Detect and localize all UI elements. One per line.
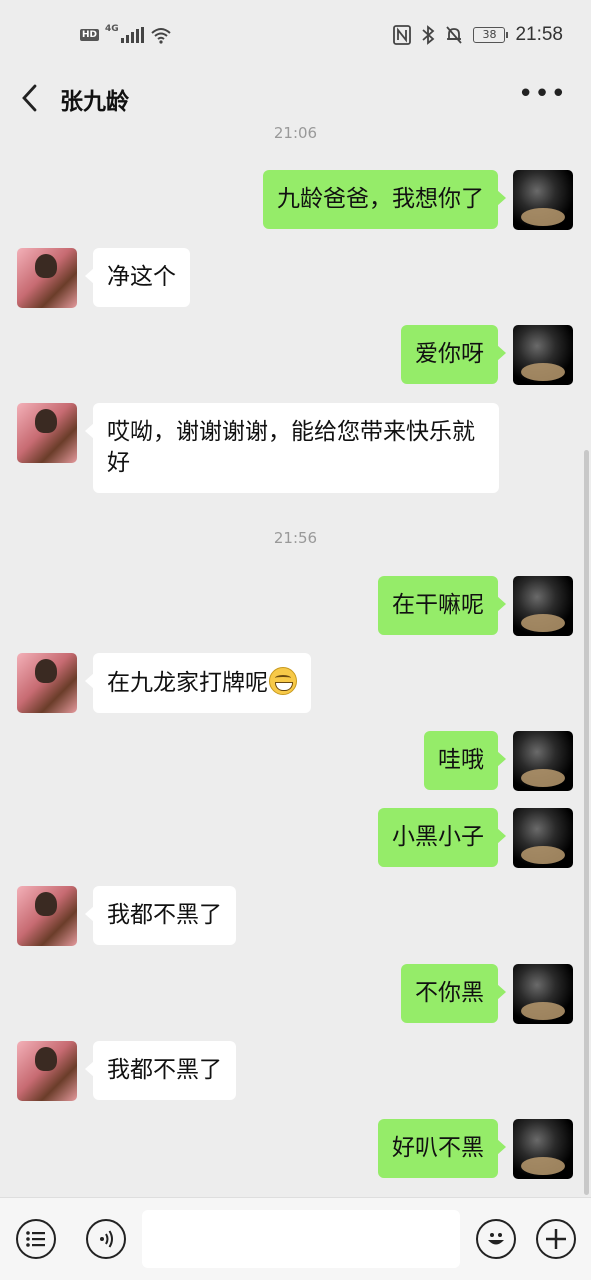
- more-options-icon[interactable]: •••: [518, 81, 567, 107]
- battery-icon: 38: [473, 27, 509, 43]
- plus-icon: [546, 1229, 566, 1249]
- mute-bell-icon: [446, 26, 463, 44]
- voice-input-button[interactable]: [86, 1219, 126, 1259]
- self-avatar[interactable]: [513, 576, 573, 636]
- status-right: 38 21:58: [393, 24, 563, 46]
- message-bubble-self[interactable]: 不你黑: [401, 964, 506, 1023]
- self-avatar[interactable]: [513, 731, 573, 791]
- message-bubble-self[interactable]: 九龄爸爸，我想你了: [263, 170, 506, 229]
- message-bubble-contact[interactable]: 净这个: [85, 248, 190, 307]
- contact-avatar[interactable]: [17, 1041, 77, 1101]
- message-bubble-contact[interactable]: 哎呦，谢谢谢谢，能给您带来快乐就好: [85, 403, 499, 493]
- hd-badge: HD: [80, 29, 100, 41]
- self-avatar[interactable]: [513, 1119, 573, 1179]
- message-bubble-self[interactable]: 在干嘛呢: [378, 576, 506, 635]
- contact-avatar[interactable]: [17, 403, 77, 463]
- status-left: HD 4G: [80, 24, 172, 44]
- network-type: 4G: [105, 24, 119, 34]
- contact-avatar[interactable]: [17, 653, 77, 713]
- message-bubble-contact[interactable]: 我都不黑了: [85, 886, 236, 945]
- message-bubble-self[interactable]: 好叭不黑: [378, 1119, 506, 1178]
- list-icon: [26, 1231, 45, 1247]
- status-bar: HD 4G 38 21:58: [0, 0, 591, 70]
- message-bubble-self[interactable]: 哇哦: [424, 731, 506, 790]
- message-bubble-self[interactable]: 小黑小子: [378, 808, 506, 867]
- chat-header: 张九龄 •••: [0, 70, 591, 130]
- nfc-icon: [393, 25, 412, 45]
- emoji-button[interactable]: [476, 1219, 516, 1259]
- self-avatar[interactable]: [513, 170, 573, 230]
- timestamp: 21:06: [273, 124, 318, 142]
- input-bar: [0, 1197, 591, 1280]
- signal-icon: [120, 27, 144, 43]
- smiley-icon: [488, 1233, 504, 1245]
- self-avatar[interactable]: [513, 964, 573, 1024]
- contact-avatar[interactable]: [17, 886, 77, 946]
- message-bubble-contact[interactable]: 在九龙家打牌呢: [85, 653, 311, 713]
- back-arrow-icon[interactable]: [16, 80, 46, 116]
- bluetooth-icon: [422, 25, 435, 45]
- status-time: 21:58: [515, 24, 563, 45]
- self-avatar[interactable]: [513, 325, 573, 385]
- message-bubble-contact[interactable]: 我都不黑了: [85, 1041, 236, 1100]
- timestamp: 21:56: [273, 529, 318, 547]
- chat-title: 张九龄: [60, 89, 129, 115]
- menu-list-button[interactable]: [16, 1219, 56, 1259]
- message-bubble-self[interactable]: 爱你呀: [401, 325, 506, 384]
- contact-avatar[interactable]: [17, 248, 77, 308]
- message-text: 在九龙家打牌呢: [107, 670, 268, 696]
- voice-icon: [100, 1230, 113, 1248]
- add-button[interactable]: [536, 1219, 576, 1259]
- self-avatar[interactable]: [513, 808, 573, 868]
- message-input[interactable]: [142, 1210, 460, 1268]
- grin-emoji-icon: [269, 667, 297, 695]
- wifi-icon: [151, 28, 171, 44]
- scrollbar[interactable]: [584, 450, 589, 1195]
